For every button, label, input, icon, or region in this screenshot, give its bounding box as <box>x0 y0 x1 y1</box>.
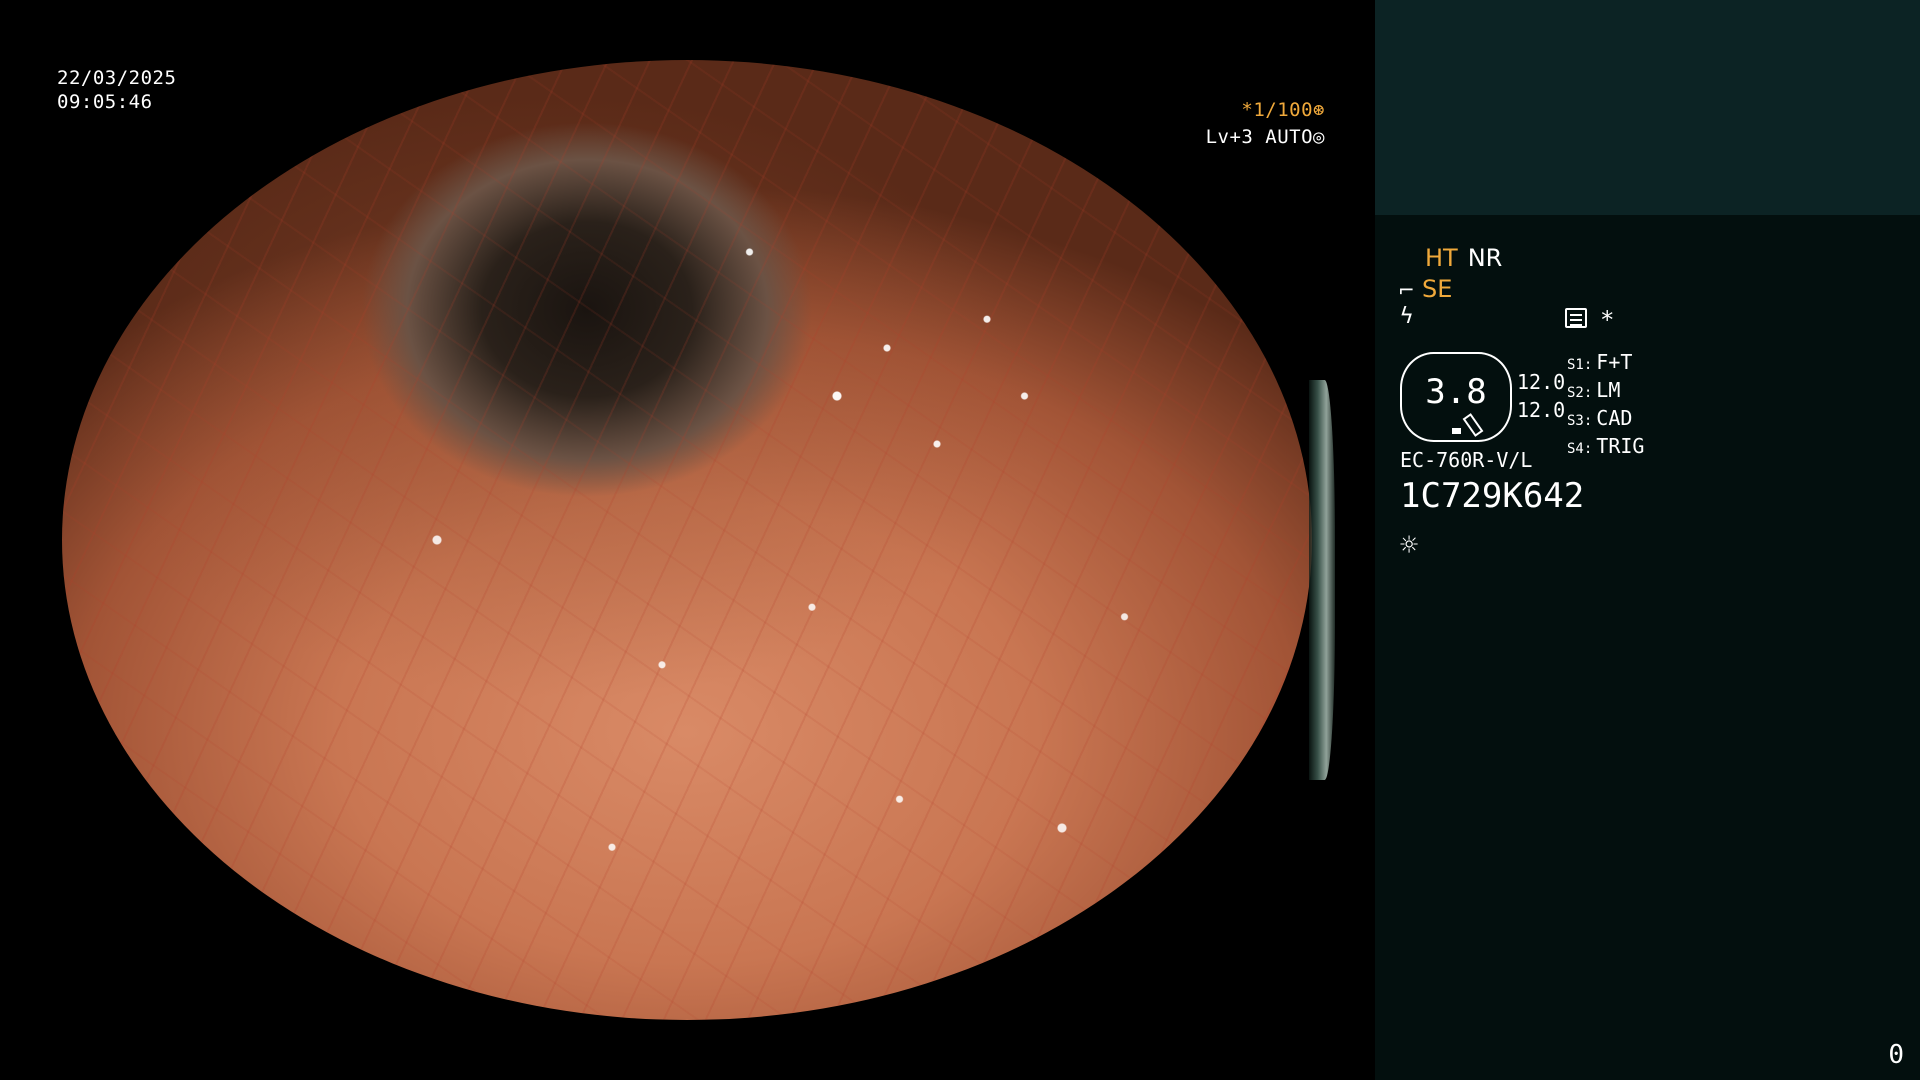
nr-label: NR <box>1467 244 1503 272</box>
switch-value: TRIG <box>1596 434 1645 458</box>
se-status: ⌐ SE <box>1398 275 1452 303</box>
gauge-value: 3.8 <box>1425 372 1487 412</box>
switch-row-s2: S2: LM <box>1567 378 1644 406</box>
asterisk-mark: * <box>1600 306 1615 334</box>
switch-key: S2: <box>1567 385 1593 401</box>
gauge-mark <box>1452 428 1461 434</box>
status-panel: HT NR ⌐ SE ϟ * 3.8 12.0 12.0 S1: F+T S2: LM … <box>1375 0 1920 1080</box>
date-time: 22/03/2025 09:05:46 <box>57 66 176 114</box>
gauge-needle <box>1462 413 1484 437</box>
date: 22/03/2025 <box>57 67 177 89</box>
time: 09:05:46 <box>57 91 153 113</box>
brightness-gauge: 3.8 <box>1400 352 1512 442</box>
switch-value: CAD <box>1596 406 1633 430</box>
switch-key: S3: <box>1567 413 1593 429</box>
switch-row-s4: S4: TRIG <box>1567 434 1644 462</box>
enhancement-status: HT NR <box>1425 244 1512 272</box>
shutter-speed-row: *1/100⊛ <box>1125 98 1325 122</box>
scope-model: EC-760R-V/L <box>1400 448 1533 472</box>
aperture-icon: ⊛ <box>1313 99 1325 121</box>
switch-key: S4: <box>1567 441 1593 457</box>
iris-icon: ◎ <box>1313 126 1325 148</box>
switch-row-s3: S3: CAD <box>1567 406 1644 434</box>
scope-edge-reflection <box>1309 380 1335 780</box>
exposure-row: Lv+3 AUTO◎ <box>1125 125 1325 149</box>
shutter-info: *1/100⊛ Lv+3 AUTO◎ <box>1125 98 1325 149</box>
se-label: SE <box>1422 275 1453 303</box>
sun-icon: ☼ <box>1400 528 1419 563</box>
endoscope-view: 22/03/2025 09:05:46 *1/100⊛ Lv+3 AUTO◎ <box>0 0 1375 1080</box>
switch-row-s1: S1: F+T <box>1567 350 1644 378</box>
ht-label: HT <box>1425 244 1458 272</box>
no-flash-icon: ϟ <box>1400 304 1414 329</box>
scope-tip-icon: ⌐ <box>1398 278 1415 302</box>
scope-serial: 1C729K642 <box>1400 476 1585 516</box>
exposure: Lv+3 AUTO <box>1205 126 1314 148</box>
shutter-speed: *1/100 <box>1241 99 1314 121</box>
switch-value: LM <box>1596 378 1621 402</box>
switch-key: S1: <box>1567 357 1593 373</box>
frame-counter: 0 <box>1888 1040 1904 1070</box>
panel-header-area <box>1375 0 1920 215</box>
menu-list-icon <box>1565 308 1587 328</box>
gauge-lower-value: 12.0 <box>1517 398 1566 422</box>
switch-value: F+T <box>1596 350 1633 374</box>
gauge-upper-value: 12.0 <box>1517 370 1566 394</box>
switch-list: S1: F+T S2: LM S3: CAD S4: TRIG <box>1567 350 1644 462</box>
endoscope-image <box>62 60 1312 1020</box>
